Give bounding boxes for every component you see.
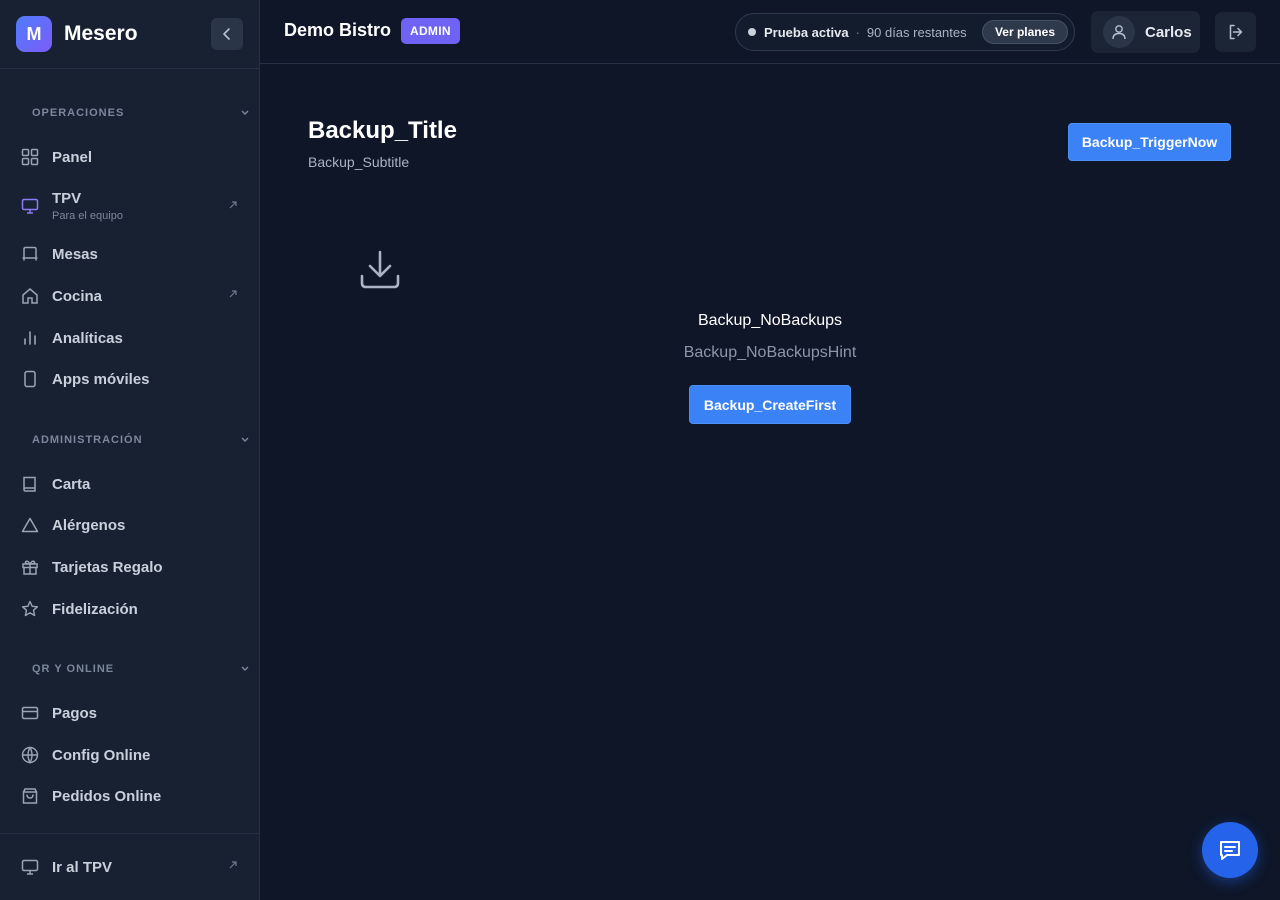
sidebar-item-cocina[interactable]: Cocina [16, 278, 244, 314]
role-badge: ADMIN [401, 18, 460, 44]
section-title-qr-online: QR Y ONLINE [32, 663, 115, 675]
chat-icon [1220, 841, 1240, 860]
sidebar-item-label: Tarjetas Regalo [52, 558, 163, 576]
sidebar-item-label: Config Online [52, 746, 151, 764]
sidebar-item-tpv[interactable]: TPV Para el equipo [16, 185, 244, 227]
sidebar-item-label: Fidelización [52, 600, 138, 618]
brand: M Mesero [0, 0, 259, 69]
download-icon [360, 250, 400, 289]
chevron-down-icon[interactable] [240, 665, 250, 673]
star-icon [20, 599, 40, 619]
user-name: Carlos [1145, 23, 1192, 41]
grid-icon [20, 147, 40, 167]
sidebar-item-sublabel: Para el equipo [52, 210, 123, 222]
user-menu-button[interactable]: Carlos [1091, 11, 1200, 53]
create-first-backup-button[interactable]: Backup_CreateFirst [689, 385, 851, 424]
globe-icon [20, 745, 40, 765]
page-subtitle: Backup_Subtitle [308, 154, 410, 170]
external-link-icon [229, 201, 237, 209]
section-title-administracion: ADMINISTRACIÓN [32, 434, 143, 446]
sidebar-item-label: Mesas [52, 245, 98, 263]
status-dot-icon [748, 28, 756, 36]
monitor-icon [20, 857, 40, 877]
sidebar-item-label: Analíticas [52, 329, 123, 347]
section-title-operaciones: OPERACIONES [32, 107, 125, 119]
avatar [1103, 16, 1135, 48]
sidebar-item-label: Pedidos Online [52, 787, 162, 805]
bar-chart-icon [20, 328, 40, 348]
chevron-down-icon[interactable] [240, 109, 250, 117]
sidebar-item-fidelizacion[interactable]: Fidelización [16, 591, 244, 627]
sidebar-nav: OPERACIONES Panel TPV Para el equipo Mes… [0, 69, 259, 832]
trial-status: Prueba activa [764, 24, 849, 40]
book-icon [20, 474, 40, 494]
sidebar-item-tarjetas-regalo[interactable]: Tarjetas Regalo [16, 549, 244, 585]
collapse-sidebar-button[interactable] [211, 18, 243, 50]
sidebar-item-pagos[interactable]: Pagos [16, 695, 244, 731]
empty-state-title: Backup_NoBackups [697, 312, 843, 329]
sidebar-item-pedidos-online[interactable]: Pedidos Online [16, 778, 244, 814]
chevron-left-icon [223, 28, 230, 40]
sidebar-item-label: Apps móviles [52, 370, 150, 388]
go-to-tpv-link[interactable]: Ir al TPV [16, 849, 244, 885]
shopping-bag-icon [20, 786, 40, 806]
monitor-icon [20, 196, 40, 216]
external-link-icon [229, 861, 237, 869]
trial-days-remaining: 90 días restantes [866, 24, 967, 40]
sidebar-item-label: TPV [52, 190, 82, 207]
sidebar-item-config-online[interactable]: Config Online [16, 737, 244, 773]
sidebar-footer: Ir al TPV [0, 833, 259, 900]
logout-icon [1229, 24, 1242, 40]
page-title: Backup_Title [308, 117, 457, 144]
trial-separator: · [855, 24, 860, 40]
view-plans-button[interactable]: Ver planes [981, 20, 1068, 44]
go-to-tpv-label: Ir al TPV [52, 858, 113, 876]
warning-icon [20, 515, 40, 535]
sidebar: M Mesero OPERACIONES Panel TPV Para el e… [0, 0, 260, 900]
sidebar-item-label: Cocina [52, 287, 103, 305]
chat-support-button[interactable] [1202, 822, 1258, 878]
chevron-down-icon[interactable] [240, 436, 250, 444]
sidebar-item-panel[interactable]: Panel [16, 139, 244, 175]
trial-status-pill: Prueba activa · 90 días restantes Ver pl… [735, 13, 1075, 51]
sidebar-item-mesas[interactable]: Mesas [16, 236, 244, 272]
sidebar-item-alergenos[interactable]: Alérgenos [16, 507, 244, 543]
table-icon [20, 244, 40, 264]
sidebar-item-label: Panel [52, 148, 93, 166]
sidebar-item-label: Alérgenos [52, 516, 126, 534]
sidebar-item-analiticas[interactable]: Analíticas [16, 320, 244, 356]
external-link-icon [229, 290, 237, 298]
gift-icon [20, 557, 40, 577]
empty-state-hint: Backup_NoBackupsHint [683, 344, 857, 361]
user-icon [1112, 25, 1126, 40]
home-icon [20, 286, 40, 306]
smartphone-icon [20, 369, 40, 389]
trigger-backup-button[interactable]: Backup_TriggerNow [1068, 123, 1231, 161]
sidebar-item-label: Carta [52, 475, 91, 493]
sidebar-item-carta[interactable]: Carta [16, 466, 244, 502]
app-logo[interactable]: M [16, 16, 52, 52]
top-bar: Demo Bistro ADMIN Prueba activa · 90 día… [260, 0, 1280, 64]
logout-button[interactable] [1215, 12, 1256, 52]
credit-card-icon [20, 703, 40, 723]
business-name: Demo Bistro [284, 20, 392, 40]
sidebar-item-apps-moviles[interactable]: Apps móviles [16, 361, 244, 397]
app-name: Mesero [64, 22, 138, 45]
sidebar-item-label: Pagos [52, 704, 98, 722]
